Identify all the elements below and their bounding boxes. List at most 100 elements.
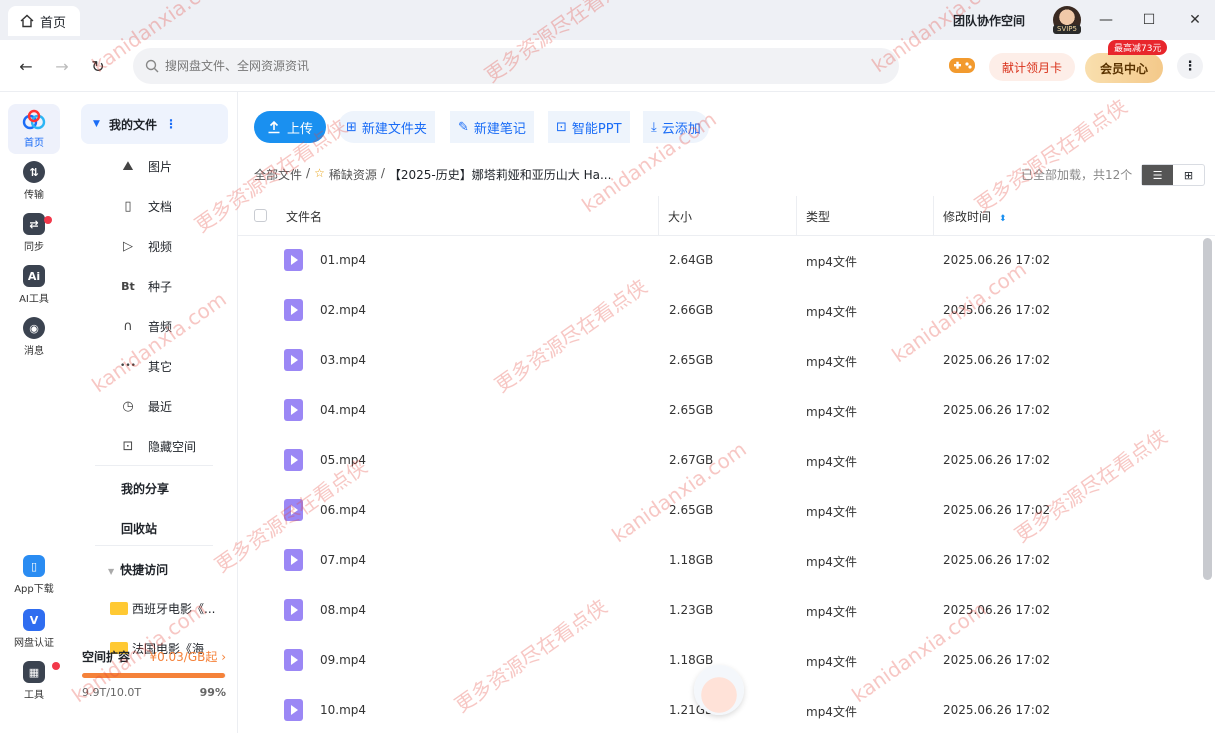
file-name[interactable]: 07.mp4: [320, 553, 366, 567]
more-options-icon[interactable]: ⋮: [165, 117, 177, 131]
upload-label: 上传: [286, 121, 313, 137]
new-folder-icon: ⊞: [346, 119, 357, 135]
quick-access-label: 快捷访问: [120, 563, 169, 577]
rail-item-verify[interactable]: V 网盘认证: [8, 604, 60, 654]
rail-item-ai[interactable]: Ai AI工具: [8, 260, 60, 310]
rail-item-sync[interactable]: ⇄ 同步: [8, 208, 60, 258]
quick-access-header[interactable]: ▼ 快捷访问: [108, 561, 168, 578]
file-name[interactable]: 04.mp4: [320, 403, 366, 417]
vertical-scrollbar[interactable]: [1203, 238, 1212, 580]
assistant-mascot-icon[interactable]: [694, 665, 744, 715]
file-name[interactable]: 01.mp4: [320, 253, 366, 267]
game-controller-icon[interactable]: [948, 54, 976, 76]
message-icon: ◉: [23, 317, 45, 339]
file-name[interactable]: 10.mp4: [320, 703, 366, 717]
table-row[interactable]: 06.mp4 2.65GB mp4文件 2025.06.26 17:02: [238, 486, 1198, 536]
table-row[interactable]: 03.mp4 2.65GB mp4文件 2025.06.26 17:02: [238, 336, 1198, 386]
recent-icon: ◷: [122, 398, 134, 414]
file-sidebar: ▼ 我的文件 ⋮ ⛰ 图片 ▯ 文档 ▷ 视频 Bt 种子 ∩ 音频 ••• 其它 ◷ 最近 …: [68, 92, 238, 733]
my-share-link[interactable]: 我的分享: [121, 480, 169, 497]
file-modified: 2025.06.26 17:02: [943, 603, 1051, 617]
sidebar-item-torrent[interactable]: Bt 种子: [120, 276, 172, 296]
verify-icon: V: [23, 609, 45, 631]
rail-label: AI工具: [19, 294, 49, 305]
grid-view-icon[interactable]: ⊞: [1173, 165, 1204, 185]
sidebar-item-label: 图片: [148, 159, 173, 174]
cloud-add-button[interactable]: ⤓ 云添加: [643, 111, 709, 143]
rail-item-app-download[interactable]: ▯ App下载: [8, 550, 60, 600]
column-size[interactable]: 大小: [668, 208, 692, 225]
refresh-button[interactable]: ↻: [86, 54, 110, 78]
table-row[interactable]: 04.mp4 2.65GB mp4文件 2025.06.26 17:02: [238, 386, 1198, 436]
sidebar-item-video[interactable]: ▷ 视频: [120, 236, 172, 256]
storage-quota[interactable]: 空间扩容 ¥0.03/GB起 › 9.9T/10.0T 99%: [82, 648, 226, 699]
file-name[interactable]: 05.mp4: [320, 453, 366, 467]
breadcrumb-separator: /: [306, 166, 311, 180]
sidebar-item-recent[interactable]: ◷ 最近: [120, 396, 172, 416]
document-icon: ▯: [124, 198, 132, 214]
table-row[interactable]: 07.mp4 1.18GB mp4文件 2025.06.26 17:02: [238, 536, 1198, 586]
breadcrumb-root[interactable]: 全部文件: [254, 166, 302, 183]
rail-item-message[interactable]: ◉ 消息: [8, 312, 60, 362]
tools-icon: ▦: [23, 661, 45, 683]
month-card-button[interactable]: 献计领月卡: [989, 53, 1075, 81]
search-box[interactable]: [133, 48, 899, 84]
back-button[interactable]: ←: [14, 54, 38, 78]
minimize-button[interactable]: —: [1096, 10, 1116, 30]
upload-button[interactable]: 上传: [254, 111, 326, 143]
tab-home[interactable]: 首页: [8, 6, 80, 36]
sidebar-item-other[interactable]: ••• 其它: [120, 356, 172, 376]
select-all-checkbox[interactable]: [254, 209, 267, 222]
new-note-button[interactable]: ✎ 新建笔记: [450, 111, 534, 143]
home-icon: [20, 14, 34, 28]
file-modified: 2025.06.26 17:02: [943, 403, 1051, 417]
sort-icon: ⬍: [999, 214, 1007, 224]
more-icon[interactable]: ⋮: [1177, 53, 1203, 79]
file-name[interactable]: 03.mp4: [320, 353, 366, 367]
quick-item[interactable]: 西班牙电影《...: [110, 600, 215, 617]
tools-notification-dot: [52, 662, 60, 670]
video-file-icon: [284, 549, 303, 571]
my-files-label: 我的文件: [109, 117, 158, 132]
table-row[interactable]: 05.mp4 2.67GB mp4文件 2025.06.26 17:02: [238, 436, 1198, 486]
new-folder-button[interactable]: ⊞ 新建文件夹: [338, 111, 435, 143]
table-row[interactable]: 01.mp4 2.64GB mp4文件 2025.06.26 17:02: [238, 236, 1198, 286]
sidebar-item-docs[interactable]: ▯ 文档: [120, 196, 172, 216]
file-modified: 2025.06.26 17:02: [943, 453, 1051, 467]
file-type: mp4文件: [806, 255, 857, 269]
rail-item-home[interactable]: 首页: [8, 104, 60, 154]
view-toggle: ☰ ⊞: [1141, 164, 1205, 186]
column-type[interactable]: 类型: [806, 208, 830, 225]
column-modified[interactable]: 修改时间 ⬍: [943, 208, 1007, 225]
folder-icon: [110, 602, 128, 615]
my-files-header[interactable]: ▼ 我的文件 ⋮: [81, 104, 228, 144]
breadcrumb: 全部文件 / ☆ 稀缺资源 / 【2025-历史】娜塔莉娅和亚历山大 Ha...: [254, 166, 611, 183]
video-file-icon: [284, 349, 303, 371]
file-type: mp4文件: [806, 455, 857, 469]
rail-label: 传输: [24, 190, 44, 201]
team-space-button[interactable]: 团队协作空间: [953, 12, 1025, 29]
table-row[interactable]: 02.mp4 2.66GB mp4文件 2025.06.26 17:02: [238, 286, 1198, 336]
column-name[interactable]: 文件名: [286, 208, 322, 225]
recycle-bin-link[interactable]: 回收站: [121, 520, 157, 537]
close-button[interactable]: ✕: [1185, 10, 1205, 30]
file-name[interactable]: 09.mp4: [320, 653, 366, 667]
file-type: mp4文件: [806, 655, 857, 669]
list-view-icon[interactable]: ☰: [1142, 165, 1173, 185]
vip-center-button[interactable]: 会员中心: [1085, 53, 1163, 83]
search-input[interactable]: [165, 59, 845, 73]
breadcrumb-mid[interactable]: 稀缺资源: [329, 166, 377, 183]
file-name[interactable]: 02.mp4: [320, 303, 366, 317]
sync-notification-dot: [44, 216, 52, 224]
smart-ppt-button[interactable]: ⊡ 智能PPT: [548, 111, 630, 143]
forward-button[interactable]: →: [50, 54, 74, 78]
maximize-button[interactable]: ☐: [1139, 10, 1159, 30]
table-row[interactable]: 08.mp4 1.23GB mp4文件 2025.06.26 17:02: [238, 586, 1198, 636]
sidebar-item-hidden[interactable]: ⊡ 隐藏空间: [120, 436, 196, 456]
sidebar-item-images[interactable]: ⛰ 图片: [120, 156, 172, 176]
rail-item-transfer[interactable]: ⇅ 传输: [8, 156, 60, 206]
file-name[interactable]: 06.mp4: [320, 503, 366, 517]
sidebar-item-audio[interactable]: ∩ 音频: [120, 316, 172, 336]
rail-label: 消息: [24, 346, 44, 357]
file-name[interactable]: 08.mp4: [320, 603, 366, 617]
